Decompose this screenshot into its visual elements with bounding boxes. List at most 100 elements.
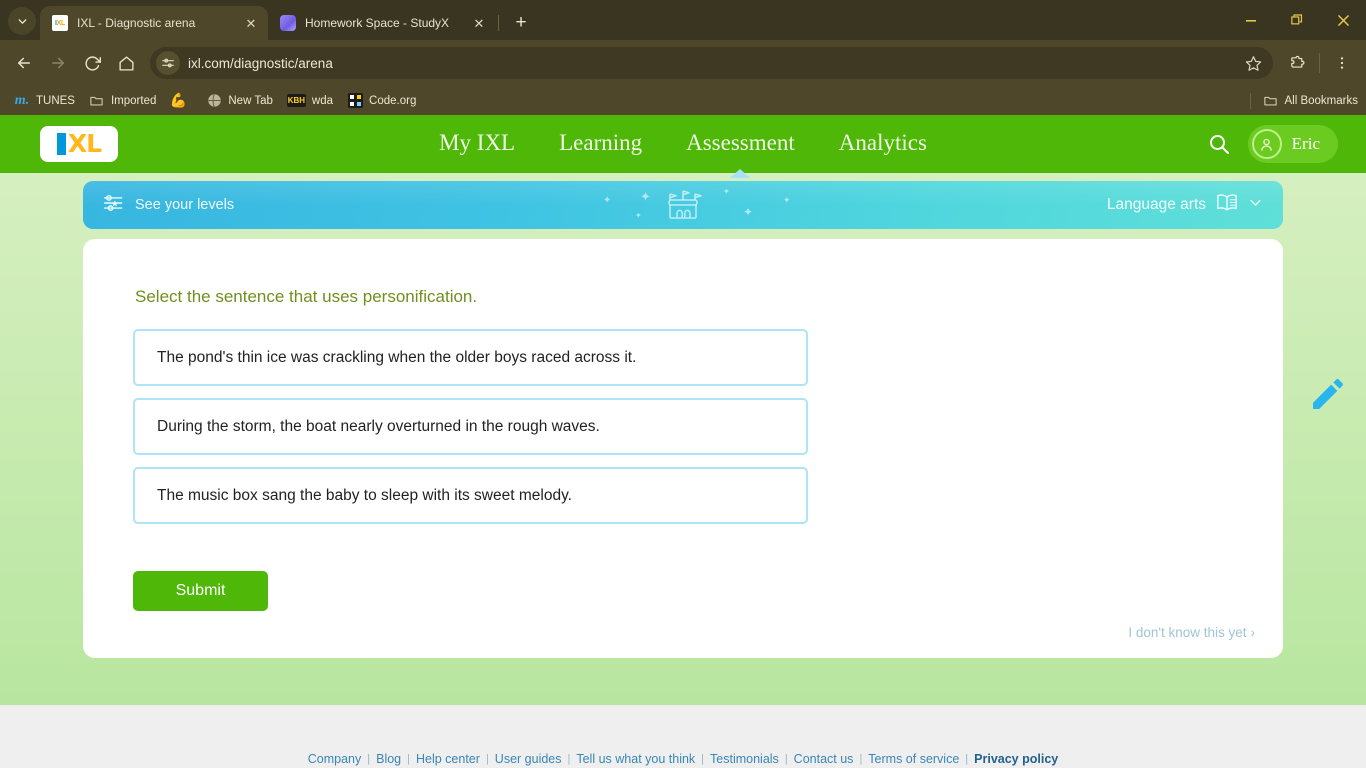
- tab-search-button[interactable]: [8, 7, 36, 35]
- footer-link-company[interactable]: Company: [302, 752, 368, 766]
- footer-link-user-guides[interactable]: User guides: [489, 752, 568, 766]
- ixl-site-header: XL My IXL Learning Assessment Analytics …: [0, 115, 1366, 173]
- bookmark-star-button[interactable]: [1239, 49, 1267, 77]
- flexed-biceps-icon: 💪: [169, 92, 188, 108]
- browser-tab-studyx[interactable]: Homework Space - StudyX ✕: [268, 6, 496, 40]
- close-window-button[interactable]: [1320, 0, 1366, 40]
- bookmark-label: wda: [311, 94, 334, 107]
- bookmark-label: Imported: [110, 94, 157, 107]
- footer-link-testimonials[interactable]: Testimonials: [704, 752, 785, 766]
- bookmarks-bar: m. TUNES Imported 💪 New Tab KBH wda Code…: [0, 86, 1366, 115]
- nav-item-learning[interactable]: Learning: [559, 130, 642, 158]
- studyx-favicon: [280, 15, 296, 31]
- subject-selector[interactable]: Language arts: [1107, 192, 1263, 219]
- page-viewport: XL My IXL Learning Assessment Analytics …: [0, 115, 1366, 768]
- folder-icon: [1263, 93, 1279, 109]
- minimize-icon: [1246, 20, 1256, 22]
- all-bookmarks-button[interactable]: All Bookmarks: [1249, 92, 1359, 109]
- open-book-icon: [1215, 192, 1239, 219]
- search-button[interactable]: [1204, 129, 1234, 159]
- kbh-icon: KBH: [286, 94, 306, 107]
- scratchpad-pencil-button[interactable]: [1302, 368, 1354, 420]
- i-dont-know-label: I don't know this yet: [1128, 625, 1247, 640]
- see-your-levels-banner[interactable]: ✦ ✦ ✦ ✦ ✦ ✦ See your levels Language art…: [83, 181, 1283, 229]
- close-icon: [1337, 14, 1349, 26]
- window-controls: [1228, 0, 1366, 40]
- site-settings-icon[interactable]: [156, 51, 180, 75]
- bookmark-imported[interactable]: Imported: [83, 90, 164, 112]
- user-avatar-icon: [1251, 129, 1282, 159]
- chevron-down-icon: [18, 18, 26, 24]
- question-prompt: Select the sentence that uses personific…: [135, 287, 478, 306]
- minimize-button[interactable]: [1228, 0, 1274, 40]
- back-arrow-icon: [18, 57, 30, 69]
- bookmark-new-tab[interactable]: New Tab: [200, 90, 281, 112]
- ixl-logo[interactable]: XL: [40, 126, 118, 162]
- answer-choice[interactable]: During the storm, the boat nearly overtu…: [133, 398, 808, 455]
- bookmark-flexed-biceps[interactable]: 💪: [164, 90, 200, 112]
- footer-link-terms-of-service[interactable]: Terms of service: [862, 752, 965, 766]
- browser-tab-ixl[interactable]: I XL IXL - Diagnostic arena ✕: [40, 6, 268, 40]
- footer-link-tell-us-what-you-think[interactable]: Tell us what you think: [570, 752, 701, 766]
- bookmark-wda[interactable]: KBH wda: [281, 91, 341, 110]
- address-bar[interactable]: ixl.com/diagnostic/arena: [150, 47, 1273, 79]
- site-footer: Company | Blog | Help center | User guid…: [0, 705, 1366, 768]
- forward-arrow-icon: [52, 57, 64, 69]
- main-navigation: My IXL Learning Assessment Analytics: [0, 130, 1366, 158]
- extensions-puzzle-icon: [1290, 55, 1304, 68]
- nav-item-analytics[interactable]: Analytics: [839, 130, 927, 158]
- tab-close-button[interactable]: ✕: [242, 14, 260, 32]
- home-button[interactable]: [110, 47, 142, 79]
- footer-link-privacy-policy[interactable]: Privacy policy: [968, 752, 1064, 766]
- code-org-icon: [347, 93, 363, 109]
- reload-icon: [84, 55, 101, 71]
- logo-xl-text: XL: [67, 129, 102, 158]
- tab-title: IXL - Diagnostic arena: [77, 16, 196, 30]
- submit-button[interactable]: Submit: [133, 571, 268, 611]
- new-tab-button[interactable]: +: [507, 8, 535, 36]
- logo-i-bar: [56, 133, 66, 155]
- footer-link-help-center[interactable]: Help center: [410, 752, 486, 766]
- arena-castle-icon: [83, 186, 1283, 224]
- home-icon: [118, 55, 134, 71]
- browser-chrome: I XL IXL - Diagnostic arena ✕ Homework Sp…: [0, 0, 1366, 115]
- all-bookmarks-label: All Bookmarks: [1284, 94, 1359, 107]
- levels-left-group[interactable]: See your levels: [103, 193, 234, 218]
- footer-link-blog[interactable]: Blog: [370, 752, 407, 766]
- folder-icon: [89, 93, 105, 109]
- search-icon: [1209, 135, 1229, 154]
- i-dont-know-link[interactable]: I don't know this yet ›: [1128, 625, 1255, 640]
- answer-choice[interactable]: The pond's thin ice was crackling when t…: [133, 329, 808, 386]
- reload-button[interactable]: [76, 47, 108, 79]
- user-menu-button[interactable]: Eric: [1247, 125, 1338, 163]
- tab-strip: I XL IXL - Diagnostic arena ✕ Homework Sp…: [0, 0, 1366, 40]
- toolbar-divider: [1319, 53, 1320, 73]
- tab-close-button[interactable]: ✕: [470, 14, 488, 32]
- question-card: Select the sentence that uses personific…: [83, 239, 1283, 658]
- subject-label: Language arts: [1106, 196, 1206, 213]
- browser-toolbar: ixl.com/diagnostic/arena: [0, 40, 1366, 86]
- answer-choice[interactable]: The music box sang the baby to sleep wit…: [133, 467, 808, 524]
- chevron-right-icon: ›: [1250, 625, 1256, 640]
- three-dot-menu-icon: [1340, 57, 1344, 69]
- extensions-button[interactable]: [1281, 47, 1313, 79]
- bookmark-tunes[interactable]: m. TUNES: [8, 90, 83, 112]
- back-button[interactable]: [8, 47, 40, 79]
- bookmark-label: Code.org: [369, 94, 417, 107]
- user-name-label: Eric: [1291, 134, 1320, 153]
- ixl-favicon: I XL: [52, 15, 68, 31]
- nav-item-my-ixl[interactable]: My IXL: [439, 130, 515, 158]
- maximize-icon: [1291, 14, 1303, 25]
- bookmark-label: TUNES: [36, 94, 75, 107]
- footer-link-contact-us[interactable]: Contact us: [788, 752, 860, 766]
- url-text: ixl.com/diagnostic/arena: [188, 55, 333, 71]
- bookmark-code-org[interactable]: Code.org: [341, 90, 424, 112]
- forward-button[interactable]: [42, 47, 74, 79]
- chevron-down-icon[interactable]: [1248, 195, 1263, 215]
- see-your-levels-label: See your levels: [135, 197, 235, 213]
- maximize-button[interactable]: [1274, 0, 1320, 40]
- browser-menu-button[interactable]: [1326, 47, 1358, 79]
- header-right-group: Eric: [1204, 125, 1350, 163]
- bookmarks-divider: [1249, 92, 1251, 109]
- nav-item-assessment[interactable]: Assessment: [686, 130, 795, 158]
